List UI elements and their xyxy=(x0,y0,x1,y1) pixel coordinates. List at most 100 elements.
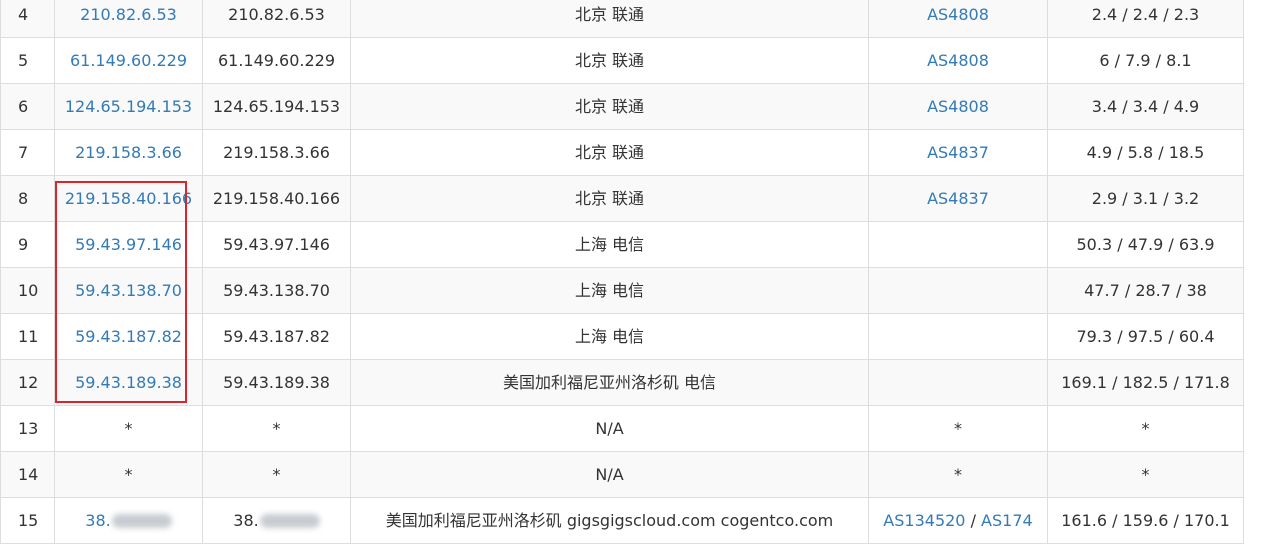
latency-cell: 3.4 / 3.4 / 4.9 xyxy=(1047,83,1244,130)
hostname-cell: 210.82.6.53 xyxy=(202,0,351,38)
latency-cell: 169.1 / 182.5 / 171.8 xyxy=(1047,359,1244,406)
as-cell: * xyxy=(868,451,1048,498)
traceroute-table: 4 210.82.6.53 210.82.6.53 北京 联通 AS4808 2.4 / … xyxy=(0,0,1244,544)
ip-cell: 124.65.194.153 xyxy=(54,83,203,130)
hop-number: 7 xyxy=(0,129,55,176)
hostname-cell: 61.149.60.229 xyxy=(202,37,351,84)
ip-link[interactable]: 219.158.3.66 xyxy=(75,143,182,162)
location-cell: N/A xyxy=(350,405,869,452)
hostname-text: 61.149.60.229 xyxy=(217,50,336,70)
as-cell xyxy=(868,359,1048,406)
ip-link[interactable]: 59.43.138.70 xyxy=(75,281,182,300)
hostname-cell: 38. xyxy=(202,497,351,544)
as-cell: AS4808 xyxy=(868,37,1048,84)
hostname-cell: * xyxy=(202,451,351,498)
location-cell: 北京 联通 xyxy=(350,0,869,38)
as-link[interactable]: AS4808 xyxy=(927,51,989,70)
as-link[interactable]: AS4837 xyxy=(927,189,989,208)
location-cell: 上海 电信 xyxy=(350,221,869,268)
as-cell xyxy=(868,267,1048,314)
table-row: 4 210.82.6.53 210.82.6.53 北京 联通 AS4808 2.4 / … xyxy=(0,0,1244,38)
ip-cell: 219.158.3.66 xyxy=(54,129,203,176)
hop-number: 5 xyxy=(0,37,55,84)
location-cell: 上海 电信 xyxy=(350,267,869,314)
ip-cell: 210.82.6.53 xyxy=(54,0,203,38)
hop-number: 13 xyxy=(0,405,55,452)
hostname-text: 219.158.3.66 xyxy=(223,142,330,162)
hostname-text: 59.43.138.70 xyxy=(223,280,330,300)
as-cell xyxy=(868,313,1048,360)
table-row: 11 59.43.187.82 59.43.187.82 上海 电信 79.3 / 97… xyxy=(0,313,1244,360)
hostname-text: * xyxy=(272,464,281,484)
as-link[interactable]: AS4837 xyxy=(927,143,989,162)
as-cell: AS4837 xyxy=(868,129,1048,176)
hop-number: 10 xyxy=(0,267,55,314)
ip-cell: 38. xyxy=(54,497,203,544)
hostname-text: 59.43.97.146 xyxy=(223,234,330,254)
latency-cell: 4.9 / 5.8 / 18.5 xyxy=(1047,129,1244,176)
ip-link[interactable]: 61.149.60.229 xyxy=(70,51,187,70)
ip-link[interactable]: 210.82.6.53 xyxy=(80,5,177,24)
as-link[interactable]: AS4808 xyxy=(927,5,989,24)
table-row: 6 124.65.194.153 124.65.194.153 北京 联通 AS4808… xyxy=(0,83,1244,130)
latency-cell: 79.3 / 97.5 / 60.4 xyxy=(1047,313,1244,360)
ip-link[interactable]: 38. xyxy=(85,511,110,530)
hostname-text: 219.158.40.166 xyxy=(212,188,341,208)
table-row: 12 59.43.189.38 59.43.189.38 美国加利福尼亚州洛杉矶 电信… xyxy=(0,359,1244,406)
latency-cell: 47.7 / 28.7 / 38 xyxy=(1047,267,1244,314)
hostname-cell: 219.158.3.66 xyxy=(202,129,351,176)
as-cell xyxy=(868,221,1048,268)
ip-cell: 59.43.138.70 xyxy=(54,267,203,314)
location-cell: 美国加利福尼亚州洛杉矶 电信 xyxy=(350,359,869,406)
as-link[interactable]: AS4808 xyxy=(927,97,989,116)
table-row: 14 * * N/A * * xyxy=(0,451,1244,498)
ip-cell: * xyxy=(54,451,203,498)
as-cell: AS4808 xyxy=(868,83,1048,130)
ip-cell: 59.43.187.82 xyxy=(54,313,203,360)
ip-cell: * xyxy=(54,405,203,452)
hostname-cell: 59.43.189.38 xyxy=(202,359,351,406)
location-cell: 北京 联通 xyxy=(350,129,869,176)
hostname-cell: 219.158.40.166 xyxy=(202,175,351,222)
redacted-hostname-blur xyxy=(259,514,320,528)
as-cell: AS4808 xyxy=(868,0,1048,38)
ip-cell: 59.43.189.38 xyxy=(54,359,203,406)
hostname-cell: 59.43.97.146 xyxy=(202,221,351,268)
hop-number: 9 xyxy=(0,221,55,268)
latency-cell: * xyxy=(1047,405,1244,452)
hostname-text: * xyxy=(272,418,281,438)
as-cell: * xyxy=(868,405,1048,452)
hop-number: 6 xyxy=(0,83,55,130)
ip-cell: 219.158.40.166 xyxy=(54,175,203,222)
ip-link[interactable]: 219.158.40.166 xyxy=(65,189,192,208)
hostname-text: 210.82.6.53 xyxy=(228,4,325,24)
location-cell: 上海 电信 xyxy=(350,313,869,360)
location-cell: N/A xyxy=(350,451,869,498)
ip-link[interactable]: 59.43.97.146 xyxy=(75,235,182,254)
latency-cell: * xyxy=(1047,451,1244,498)
latency-cell: 161.6 / 159.6 / 170.1 xyxy=(1047,497,1244,544)
latency-cell: 50.3 / 47.9 / 63.9 xyxy=(1047,221,1244,268)
hop-number: 4 xyxy=(0,0,55,38)
table-row: 15 38. 38. 美国加利福尼亚州洛杉矶 gigsgigscloud.com co… xyxy=(0,497,1244,544)
hostname-cell: * xyxy=(202,405,351,452)
ip-cell: 61.149.60.229 xyxy=(54,37,203,84)
redacted-ip-blur xyxy=(111,514,172,528)
table-row: 7 219.158.3.66 219.158.3.66 北京 联通 AS4837 4.9 … xyxy=(0,129,1244,176)
as-cell: AS4837 xyxy=(868,175,1048,222)
ip-link[interactable]: 59.43.187.82 xyxy=(75,327,182,346)
ip-link[interactable]: 59.43.189.38 xyxy=(75,373,182,392)
table-row: 9 59.43.97.146 59.43.97.146 上海 电信 50.3 / 47.… xyxy=(0,221,1244,268)
as-separator: / xyxy=(965,510,982,530)
location-cell: 美国加利福尼亚州洛杉矶 gigsgigscloud.com cogentco.c… xyxy=(350,497,869,544)
hostname-text: 38. xyxy=(233,510,259,530)
ip-link[interactable]: 124.65.194.153 xyxy=(65,97,192,116)
as-link[interactable]: AS134520 xyxy=(883,511,965,530)
as-cell: AS134520 / AS174 xyxy=(868,497,1048,544)
table-row: 13 * * N/A * * xyxy=(0,405,1244,452)
table-row: 5 61.149.60.229 61.149.60.229 北京 联通 AS4808 6 … xyxy=(0,37,1244,84)
location-cell: 北京 联通 xyxy=(350,175,869,222)
hostname-text: 124.65.194.153 xyxy=(212,96,341,116)
hostname-text: 59.43.189.38 xyxy=(223,372,330,392)
as-link[interactable]: AS174 xyxy=(981,511,1033,530)
